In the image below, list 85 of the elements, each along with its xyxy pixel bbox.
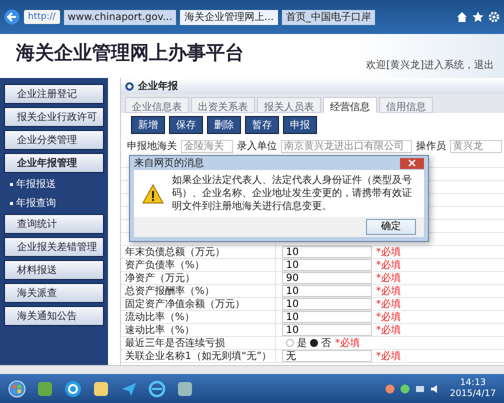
required-note: *必填: [376, 246, 401, 259]
row-label: 固定资产净值余额（万元）: [121, 298, 276, 310]
tray-icon[interactable]: [384, 384, 395, 394]
filter-field[interactable]: 南京黄兴龙进出口有限公司: [281, 140, 412, 152]
field-label: 申报地海关: [127, 140, 177, 153]
tab[interactable]: 经营信息: [323, 97, 377, 113]
browser-tab[interactable]: www.chinaport.gov...: [64, 10, 176, 24]
horizontal-scrollbar[interactable]: [0, 365, 504, 374]
sidebar-item[interactable]: 海关通知公告: [4, 306, 104, 326]
start-icon[interactable]: [8, 380, 26, 398]
panel-title-text: 企业年报: [138, 80, 178, 93]
row-label: 关联企业名称1（如无则填“无”）: [121, 350, 276, 362]
toolbar-button[interactable]: 删除: [207, 116, 241, 134]
tab[interactable]: 出资关系表: [191, 97, 255, 113]
sidebar-item[interactable]: 查询统计: [4, 214, 104, 234]
close-icon: [408, 159, 416, 167]
required-note: *必填: [376, 324, 401, 337]
welcome-text: 欢迎[黄兴龙]进入系统，退出: [366, 58, 494, 72]
row-label: 流动比率（%）: [121, 311, 276, 323]
row-label: 净资产（万元）: [121, 272, 276, 284]
warning-icon: [142, 184, 164, 204]
settings-icon[interactable]: [488, 11, 500, 23]
radio-label: 否: [321, 337, 331, 350]
sidebar-item[interactable]: 企业分类管理: [4, 130, 104, 150]
submenu-item[interactable]: 年报查询: [4, 195, 104, 211]
required-note: *必填: [376, 298, 401, 311]
tab[interactable]: 企业信息表: [125, 97, 189, 113]
input-field[interactable]: 10: [282, 324, 372, 336]
home-icon[interactable]: [456, 11, 468, 23]
input-field[interactable]: 10: [282, 259, 372, 271]
sidebar-item[interactable]: 企业注册登记: [4, 84, 104, 104]
tab[interactable]: 报关人员表: [257, 97, 321, 113]
sidebar-item[interactable]: 企业年报管理: [4, 153, 104, 173]
row-label: 资产负债率（%）: [121, 259, 276, 271]
dialog-title: 来自网页的消息: [134, 156, 204, 170]
tab[interactable]: 信用信息: [379, 97, 433, 113]
filter-field[interactable]: 黄兴龙: [450, 140, 502, 152]
field-label: 操作员: [416, 140, 446, 153]
toolbar-button[interactable]: 保存: [169, 116, 203, 134]
filter-field[interactable]: 金陵海关: [181, 140, 233, 152]
browser-tab[interactable]: 首页_中国电子口岸: [282, 10, 375, 24]
required-note: *必填: [376, 350, 401, 363]
site-title: 海关企业管理网上办事平台: [16, 41, 244, 66]
browser-tab[interactable]: 海关企业管理网上...: [180, 10, 278, 24]
sidebar-item[interactable]: 报关企业行政许可: [4, 107, 104, 127]
input-field[interactable]: 无: [282, 350, 372, 362]
window-icon[interactable]: [176, 380, 194, 398]
required-note: *必填: [335, 336, 360, 350]
toolbar-button[interactable]: 新增: [131, 116, 165, 134]
required-note: *必填: [376, 310, 401, 324]
network-icon[interactable]: [414, 384, 425, 394]
sidebar-item[interactable]: 材料报送: [4, 260, 104, 280]
dialog-message: 如果企业法定代表人、法定代表人身份证件（类型及号码）、企业名称、企业地址发生变更的，请携带有效证明文件到注册地海关进行信息变更。: [172, 174, 413, 213]
input-field[interactable]: 90: [282, 272, 372, 284]
input-field[interactable]: 10: [282, 311, 372, 323]
input-field[interactable]: 10: [282, 246, 372, 258]
close-button[interactable]: [400, 158, 424, 168]
address-bar[interactable]: http://: [24, 10, 60, 24]
required-note: *必填: [376, 272, 401, 285]
radio-button[interactable]: [286, 339, 294, 347]
ring-icon: [125, 82, 134, 90]
toolbar-button[interactable]: 暂存: [245, 116, 279, 134]
toolbar-button[interactable]: 申报: [283, 116, 317, 134]
required-note: *必填: [376, 258, 401, 272]
radio-label: 是: [297, 337, 307, 350]
input-field[interactable]: 10: [282, 285, 372, 297]
star-icon[interactable]: [472, 11, 484, 23]
field-label: 录入单位: [237, 140, 277, 153]
back-icon[interactable]: [4, 9, 20, 25]
ok-button[interactable]: 确定: [366, 219, 416, 235]
sidebar-item[interactable]: 海关派查: [4, 283, 104, 303]
sidebar-item[interactable]: 企业报关差错管理: [4, 237, 104, 257]
row-label: 速动比率（%）: [121, 324, 276, 336]
radio-button[interactable]: [310, 339, 318, 347]
row-label: 年末负债总额（万元）: [121, 246, 276, 258]
app-icon[interactable]: [36, 380, 54, 398]
row-label: 总资产报酬率（%）: [121, 285, 276, 297]
speaker-icon[interactable]: [430, 384, 440, 394]
clock[interactable]: 14:13 2015/4/17: [450, 378, 496, 400]
tray-icon[interactable]: [400, 384, 410, 394]
required-note: *必填: [376, 284, 401, 298]
submenu-item[interactable]: 年报报送: [4, 176, 104, 192]
folder-icon[interactable]: [92, 380, 110, 398]
row-label: 最近三年是否连续亏损: [121, 337, 276, 349]
input-field[interactable]: 10: [282, 298, 372, 310]
